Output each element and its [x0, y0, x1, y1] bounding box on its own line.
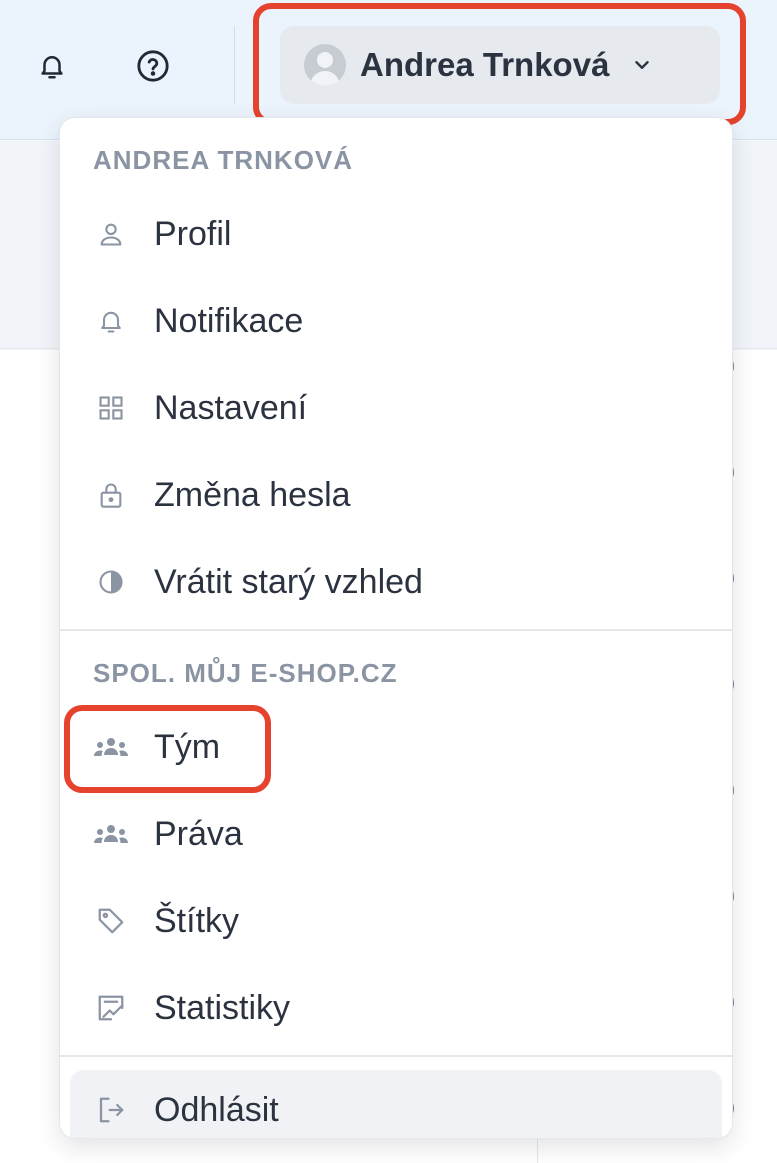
menu-item-statistiky[interactable]: Statistiky: [60, 976, 732, 1040]
menu-item-notifikace[interactable]: Notifikace: [60, 289, 732, 353]
menu-item-zmena-hesla[interactable]: Změna hesla: [60, 463, 732, 527]
menu-item-label: Notifikace: [154, 301, 304, 340]
menu-item-label: Změna hesla: [154, 475, 351, 514]
menu-item-vratit-stary-vzhled[interactable]: Vrátit starý vzhled: [60, 550, 732, 614]
page: ) ) ) ) ) ) ) ) Andrea Trnková: [0, 0, 777, 1163]
menu-item-label: Tým: [154, 727, 221, 766]
bell-icon: [93, 303, 129, 339]
menu-divider: [60, 1055, 732, 1057]
menu-item-label: Profil: [154, 214, 232, 253]
section-title-company: SPOL. MŮJ E-SHOP.CZ: [93, 658, 398, 688]
tag-icon: [93, 903, 129, 939]
menu-item-nastaveni[interactable]: Nastavení: [60, 376, 732, 440]
menu-item-label: Štítky: [154, 901, 240, 940]
grid-icon: [93, 390, 129, 426]
lock-icon: [93, 477, 129, 513]
user-dropdown-menu: ANDREA TRNKOVÁ Profil Notifikace Nastave…: [59, 117, 733, 1139]
user-menu-button[interactable]: Andrea Trnková: [280, 26, 720, 104]
contrast-icon: [93, 564, 129, 600]
chevron-down-icon: [631, 54, 653, 76]
logout-label: Odhlásit: [154, 1090, 279, 1129]
menu-divider: [60, 629, 732, 631]
menu-item-prava[interactable]: Práva: [60, 802, 732, 866]
chart-icon: [93, 990, 129, 1026]
logout-icon: [93, 1092, 129, 1128]
menu-item-tym[interactable]: Tým: [60, 715, 732, 779]
header-divider: [234, 26, 235, 104]
menu-item-label: Nastavení: [154, 388, 308, 427]
bell-icon: [41, 56, 63, 79]
menu-item-label: Statistiky: [154, 988, 291, 1027]
user-icon: [93, 216, 129, 252]
menu-item-label: Vrátit starý vzhled: [154, 562, 423, 601]
user-name: Andrea Trnková: [360, 46, 610, 83]
team-icon: [93, 816, 129, 852]
menu-item-stitky[interactable]: Štítky: [60, 889, 732, 953]
menu-item-label: Práva: [154, 814, 243, 853]
team-icon: [93, 729, 129, 765]
logout-button[interactable]: Odhlásit: [70, 1070, 722, 1138]
section-title-user: ANDREA TRNKOVÁ: [93, 145, 354, 175]
notifications-button[interactable]: [34, 48, 70, 84]
menu-item-profil[interactable]: Profil: [60, 202, 732, 266]
help-circle-icon: [137, 50, 169, 82]
avatar: [304, 44, 346, 86]
help-button[interactable]: [135, 48, 171, 84]
